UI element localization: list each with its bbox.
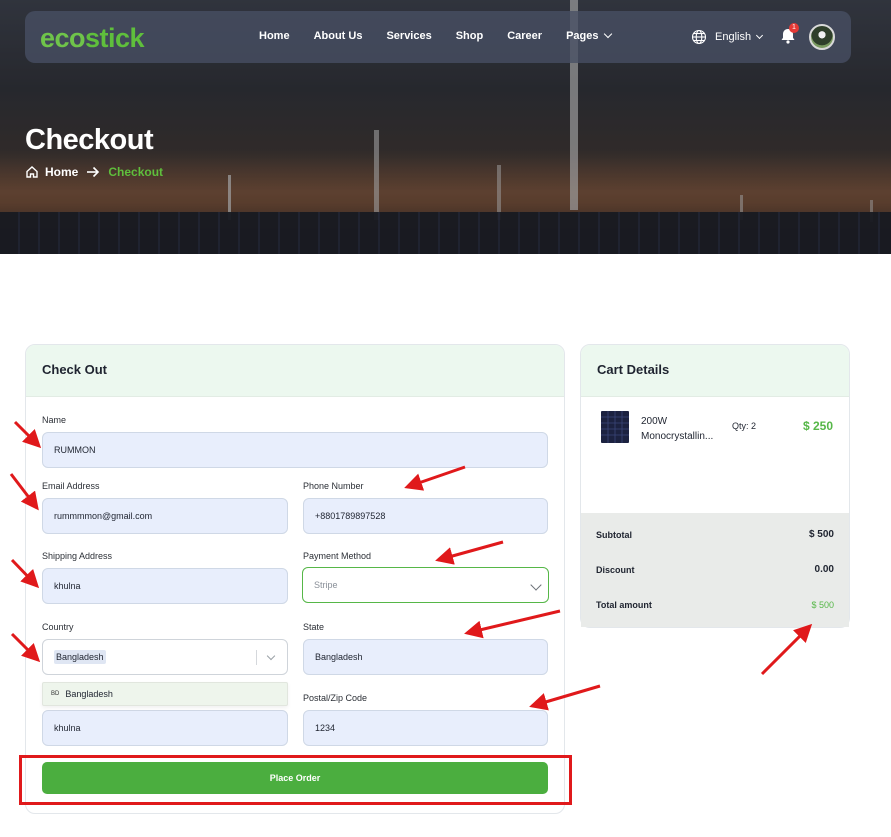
name-input[interactable]: RUMMON [42,432,548,468]
subtotal-value: $ 500 [808,529,834,540]
cart-item-name-line1: 200W [641,416,668,427]
country-select[interactable]: Bangladesh [42,639,288,675]
name-label: Name [42,415,67,425]
logo-part2: stick [85,23,145,53]
discount-label: Discount [596,565,635,575]
language-label: English [715,31,752,43]
cart-heading: Cart Details [581,345,849,397]
shipping-label: Shipping Address [42,551,113,561]
phone-input[interactable]: +8801789897528 [303,498,548,534]
notification-badge: 1 [789,23,799,33]
total-label: Total amount [596,600,652,610]
flag-icon: BD [51,691,60,697]
cart-item-name-line2: Monocrystallin... [641,431,714,442]
discount-value: 0.00 [814,564,834,575]
top-navbar: ecostick Home About Us Services Shop Car… [25,11,851,63]
phone-label: Phone Number [303,481,364,491]
annotation-arrow [760,623,813,676]
state-label: State [303,622,325,632]
nav-career[interactable]: Career [507,30,542,42]
country-dropdown-option[interactable]: BD Bangladesh [42,682,288,706]
solar-panel-product-image [601,411,629,443]
payment-method-select[interactable]: Stripe [302,567,549,603]
language-selector[interactable]: English [691,29,764,45]
nav-home[interactable]: Home [259,30,290,42]
hero-banner: ecostick Home About Us Services Shop Car… [0,0,891,254]
email-label: Email Address [42,481,100,491]
logo[interactable]: ecostick [40,23,145,54]
payment-label: Payment Method [303,551,372,561]
chevron-down-icon [266,651,276,661]
checkout-heading: Check Out [26,345,564,397]
email-input[interactable]: rummmmon@gmail.com [42,498,288,534]
nav-pages-label: Pages [566,30,599,42]
shipping-address-input[interactable]: khulna [42,568,288,604]
chevron-down-icon [756,31,764,40]
chevron-down-icon [530,579,542,591]
nav-links: Home About Us Services Shop Career Pages [259,29,635,42]
subtotal-label: Subtotal [596,530,632,540]
nav-about-us[interactable]: About Us [314,30,363,42]
city-input[interactable]: khulna [42,710,288,746]
breadcrumb-home[interactable]: Home [45,165,78,179]
nav-pages[interactable]: Pages [566,29,612,42]
annotation-highlight-box [19,755,572,805]
postal-code-input[interactable]: 1234 [303,710,548,746]
home-icon [26,166,38,178]
arrow-right-icon [87,166,100,178]
cart-item-name: 200W Monocrystallin... [641,414,721,444]
nav-shop[interactable]: Shop [456,30,484,42]
state-input[interactable]: Bangladesh [303,639,548,675]
avatar[interactable] [809,24,835,50]
breadcrumb-current: Checkout [108,165,164,179]
country-value: Bangladesh [54,650,106,664]
cart-item-qty: Qty: 2 [732,421,757,431]
globe-icon [691,29,707,45]
postal-label: Postal/Zip Code [303,693,368,703]
select-divider [256,650,257,665]
payment-method-value: Stripe [314,580,338,590]
page-title: Checkout [25,124,154,156]
cart-item-price: $ 250 [803,419,834,433]
nav-services[interactable]: Services [386,30,431,42]
country-option-label: Bangladesh [65,689,113,699]
chevron-down-icon [603,29,612,39]
total-value: $ 500 [811,600,834,610]
country-label: Country [42,622,74,632]
logo-part1: eco [40,23,86,53]
breadcrumb: Home Checkout [25,165,163,179]
